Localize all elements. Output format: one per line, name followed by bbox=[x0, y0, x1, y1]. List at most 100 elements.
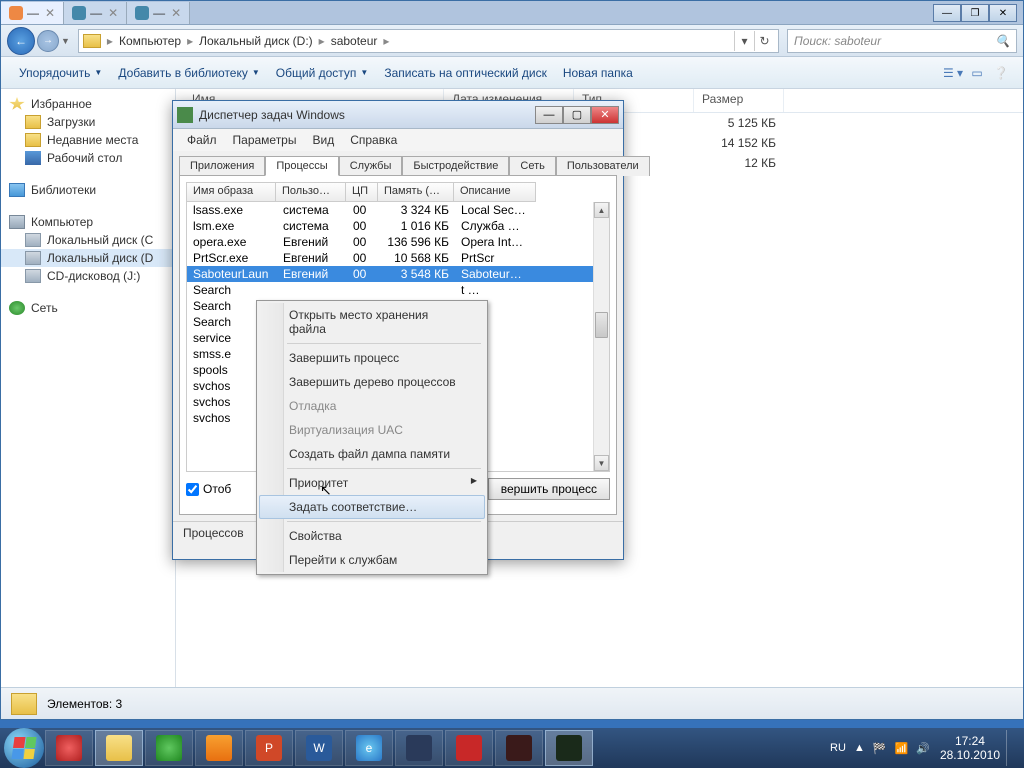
help-icon[interactable]: ❔ bbox=[989, 63, 1013, 83]
sidebar-item-drive-c[interactable]: Локальный диск (C bbox=[1, 231, 175, 249]
sidebar-network[interactable]: Сеть bbox=[1, 299, 175, 317]
sidebar-computer[interactable]: Компьютер bbox=[1, 213, 175, 231]
taskbar-app-generic[interactable] bbox=[445, 730, 493, 766]
taskbar-app-ie[interactable]: e bbox=[345, 730, 393, 766]
context-menu-item[interactable]: Перейти к службам bbox=[259, 548, 485, 572]
sidebar-favorites[interactable]: Избранное bbox=[1, 95, 175, 113]
new-folder-button[interactable]: Новая папка bbox=[555, 62, 641, 84]
scroll-up-icon[interactable]: ▲ bbox=[594, 202, 609, 218]
sidebar-libraries[interactable]: Библиотеки bbox=[1, 181, 175, 199]
sidebar-item-desktop[interactable]: Рабочий стол bbox=[1, 149, 175, 167]
taskbar-app-powerpoint[interactable]: P bbox=[245, 730, 293, 766]
sidebar-item-recent[interactable]: Недавние места bbox=[1, 131, 175, 149]
menu-help[interactable]: Справка bbox=[342, 131, 405, 149]
tab-приложения[interactable]: Приложения bbox=[179, 156, 265, 176]
flag-icon[interactable]: 🏁 bbox=[869, 742, 891, 755]
browser-tab[interactable]: —✕ bbox=[1, 2, 64, 24]
share-button[interactable]: Общий доступ▼ bbox=[268, 62, 377, 84]
context-menu-item[interactable]: Открыть место хранения файла bbox=[259, 303, 485, 341]
context-menu-item[interactable]: Приоритет bbox=[259, 471, 485, 495]
maximize-button[interactable]: ▢ bbox=[563, 106, 591, 124]
add-library-button[interactable]: Добавить в библиотеку▼ bbox=[110, 62, 267, 84]
show-all-users-checkbox[interactable]: Отоб bbox=[186, 482, 231, 496]
scrollbar[interactable]: ▲ ▼ bbox=[593, 202, 609, 471]
taskbar-app-opera[interactable] bbox=[45, 730, 93, 766]
taskbar-app-generic[interactable] bbox=[395, 730, 443, 766]
taskbar-app-explorer[interactable] bbox=[95, 730, 143, 766]
context-menu-item[interactable]: Завершить дерево процессов bbox=[259, 370, 485, 394]
close-icon[interactable]: ✕ bbox=[45, 6, 55, 20]
crumb-drive[interactable]: Локальный диск (D:) bbox=[195, 34, 317, 48]
column-desc[interactable]: Описание bbox=[454, 182, 536, 202]
organize-button[interactable]: Упорядочить▼ bbox=[11, 62, 110, 84]
close-icon[interactable]: ✕ bbox=[108, 6, 118, 20]
minimize-button[interactable]: — bbox=[535, 106, 563, 124]
context-menu-item[interactable]: Завершить процесс bbox=[259, 346, 485, 370]
taskbar-app-mediaplayer[interactable] bbox=[145, 730, 193, 766]
column-image[interactable]: Имя образа bbox=[186, 182, 276, 202]
breadcrumb[interactable]: ▸ Компьютер ▸ Локальный диск (D:) ▸ sabo… bbox=[78, 29, 779, 53]
browser-tabs: —✕ —✕ —✕ — ❐ ✕ bbox=[1, 1, 1023, 25]
tab-пользователи[interactable]: Пользователи bbox=[556, 156, 650, 176]
sidebar-item-downloads[interactable]: Загрузки bbox=[1, 113, 175, 131]
column-header-size[interactable]: Размер bbox=[694, 89, 784, 112]
search-input[interactable]: Поиск: saboteur 🔍 bbox=[787, 29, 1017, 53]
maximize-button[interactable]: ❐ bbox=[961, 4, 989, 22]
show-desktop-button[interactable] bbox=[1006, 730, 1016, 766]
column-user[interactable]: Пользо… bbox=[276, 182, 346, 202]
crumb-computer[interactable]: Компьютер bbox=[115, 34, 185, 48]
volume-icon[interactable]: 🔊 bbox=[912, 742, 934, 755]
title-bar[interactable]: Диспетчер задач Windows — ▢ ✕ bbox=[173, 101, 623, 129]
close-icon[interactable]: ✕ bbox=[171, 6, 181, 20]
tab-службы[interactable]: Службы bbox=[339, 156, 403, 176]
forward-button[interactable]: → bbox=[37, 30, 59, 52]
taskbar: P W e RU ▲ 🏁 📶 🔊 17:24 28.10.2010 bbox=[0, 728, 1024, 768]
context-menu-item[interactable]: Создать файл дампа памяти bbox=[259, 442, 485, 466]
tab-процессы[interactable]: Процессы bbox=[265, 156, 338, 176]
tray-icon[interactable]: ▲ bbox=[850, 742, 869, 754]
preview-pane-icon[interactable]: ▭ bbox=[965, 63, 989, 83]
view-options-icon[interactable]: ☰ ▾ bbox=[941, 63, 965, 83]
tab-сеть[interactable]: Сеть bbox=[509, 156, 555, 176]
scroll-thumb[interactable] bbox=[595, 312, 608, 338]
scroll-down-icon[interactable]: ▼ bbox=[594, 455, 609, 471]
burn-button[interactable]: Записать на оптический диск bbox=[376, 62, 555, 84]
sidebar-item-cd[interactable]: CD-дисковод (J:) bbox=[1, 267, 175, 285]
browser-tab[interactable]: —✕ bbox=[64, 2, 127, 24]
clock[interactable]: 17:24 28.10.2010 bbox=[934, 734, 1006, 763]
taskbar-app-mediacenter[interactable] bbox=[195, 730, 243, 766]
cd-icon bbox=[25, 269, 41, 283]
back-button[interactable]: ← bbox=[7, 27, 35, 55]
process-row[interactable]: PrtScr.exeЕвгений0010 568 КБPrtScr bbox=[187, 250, 609, 266]
tab-быстродействие[interactable]: Быстродействие bbox=[402, 156, 509, 176]
column-memory[interactable]: Память (… bbox=[378, 182, 454, 202]
history-dropdown[interactable]: ▼ bbox=[61, 36, 70, 46]
crumb-folder[interactable]: saboteur bbox=[327, 34, 382, 48]
process-row[interactable]: lsm.exeсистема001 016 КБСлужба … bbox=[187, 218, 609, 234]
taskbar-app-taskmgr[interactable] bbox=[545, 730, 593, 766]
close-button[interactable]: ✕ bbox=[591, 106, 619, 124]
taskmgr-icon bbox=[177, 107, 193, 123]
language-indicator[interactable]: RU bbox=[826, 742, 850, 754]
process-row[interactable]: lsass.exeсистема003 324 КБLocal Sec… bbox=[187, 202, 609, 218]
minimize-button[interactable]: — bbox=[933, 4, 961, 22]
sidebar-item-drive-d[interactable]: Локальный диск (D bbox=[1, 249, 175, 267]
start-button[interactable] bbox=[4, 728, 44, 768]
taskbar-app-word[interactable]: W bbox=[295, 730, 343, 766]
process-row[interactable]: SaboteurLaunЕвгений003 548 КБSaboteur… bbox=[187, 266, 609, 282]
browser-tab[interactable]: —✕ bbox=[127, 2, 190, 24]
process-row[interactable]: opera.exeЕвгений00136 596 КБOpera Int… bbox=[187, 234, 609, 250]
close-button[interactable]: ✕ bbox=[989, 4, 1017, 22]
network-icon[interactable]: 📶 bbox=[891, 742, 913, 755]
end-process-button[interactable]: вершить процесс bbox=[488, 478, 610, 500]
context-menu-item[interactable]: Задать соответствие… bbox=[259, 495, 485, 519]
menu-options[interactable]: Параметры bbox=[225, 131, 305, 149]
taskbar-app-generic[interactable] bbox=[495, 730, 543, 766]
menu-file[interactable]: Файл bbox=[179, 131, 225, 149]
column-cpu[interactable]: ЦП bbox=[346, 182, 378, 202]
history-dropdown-icon[interactable]: ▾ bbox=[734, 31, 754, 51]
process-row[interactable]: Searcht … bbox=[187, 282, 609, 298]
refresh-icon[interactable]: ↻ bbox=[754, 31, 774, 51]
context-menu-item[interactable]: Свойства bbox=[259, 524, 485, 548]
menu-view[interactable]: Вид bbox=[304, 131, 342, 149]
